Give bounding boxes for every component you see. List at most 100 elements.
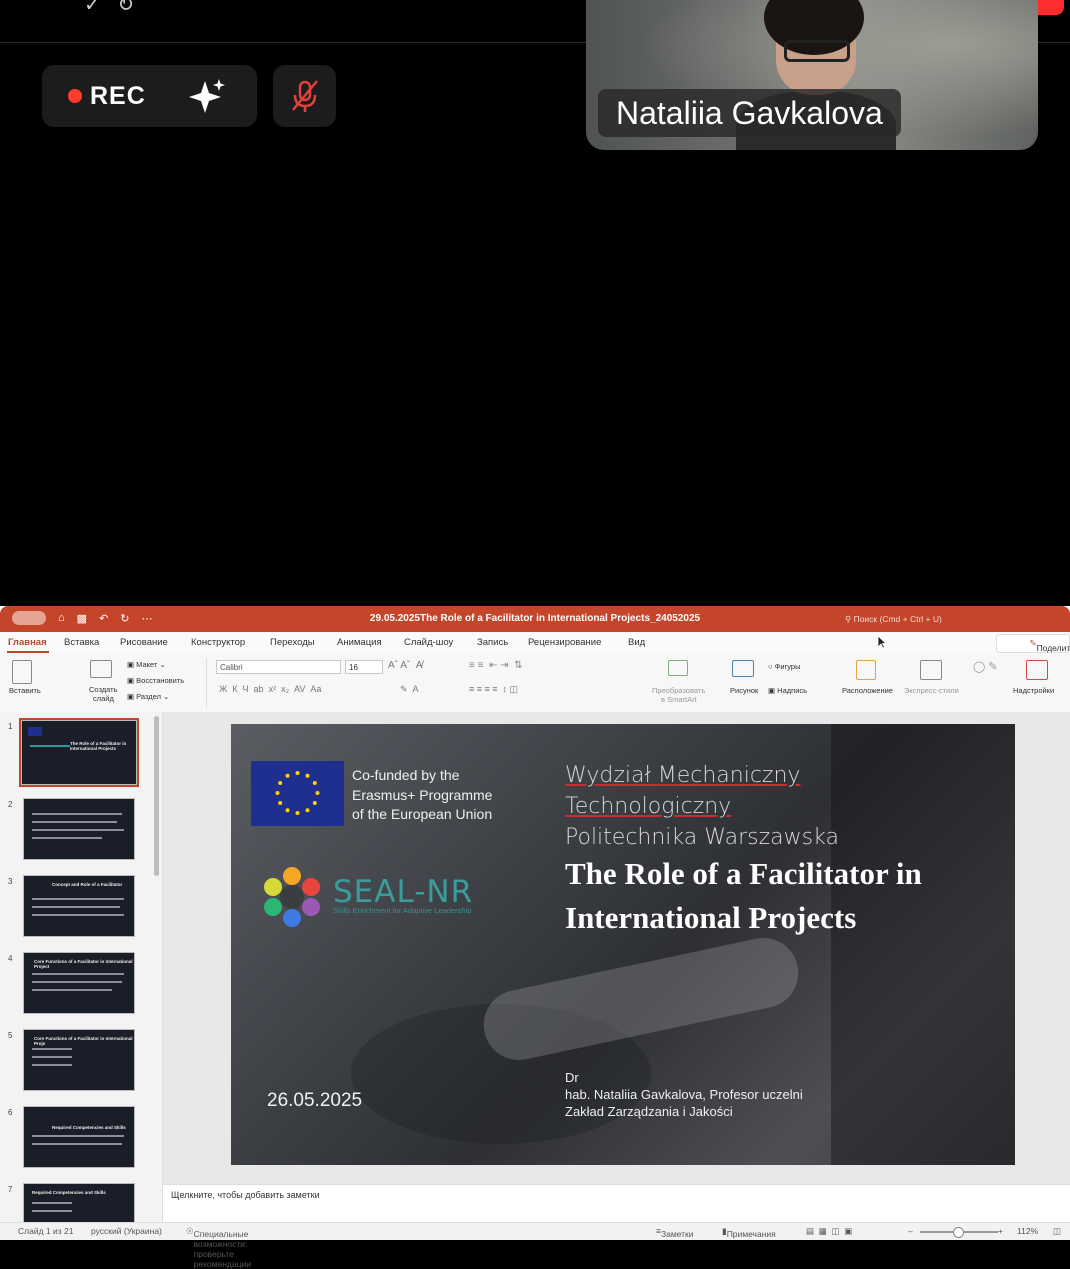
current-slide[interactable]: Co-funded by the Erasmus+ Programme of t… xyxy=(231,724,1015,1165)
tab-draw[interactable]: Рисование xyxy=(120,637,168,648)
author-line-2: hab. Nataliia Gavkalova, Profesor uczeln… xyxy=(565,1087,803,1102)
tab-animations[interactable]: Анимация xyxy=(337,637,382,648)
accessibility-status[interactable]: ☉ Специальные возможности: проверьте рек… xyxy=(186,1226,251,1269)
tab-insert[interactable]: Вставка xyxy=(64,637,99,648)
new-slide-icon[interactable] xyxy=(90,660,112,678)
section-button[interactable]: ▣ Раздел ⌄ xyxy=(127,692,169,701)
picture-icon[interactable] xyxy=(732,660,754,677)
faculty-line-1: Wydział Mechaniczny xyxy=(565,763,801,788)
font-grow-shrink-icons[interactable]: Aˆ Aˇ A̸ xyxy=(388,660,422,671)
paste-icon[interactable] xyxy=(12,660,32,684)
tab-review[interactable]: Рецензирование xyxy=(528,637,601,648)
slide-thumbnail[interactable]: Required Competencies and Skills xyxy=(23,1106,135,1168)
tab-home[interactable]: Главная xyxy=(8,637,47,648)
smartart-icon[interactable] xyxy=(668,660,688,676)
active-tab-indicator xyxy=(7,651,49,653)
thumb-text-line xyxy=(32,898,124,900)
comments-toggle[interactable]: ▮ Примечания xyxy=(722,1226,776,1239)
font-size-select[interactable]: 16 xyxy=(345,660,383,674)
textbox-button[interactable]: ▣ Надпись xyxy=(768,686,807,695)
seal-nr-logo-icon xyxy=(264,867,320,927)
thumb-eu-flag xyxy=(28,727,42,736)
university-word-2: Warszawska xyxy=(704,825,839,850)
author-line-1: Dr xyxy=(565,1070,579,1085)
thumb-text-line xyxy=(32,1143,122,1145)
notes-pane[interactable]: Щелкните, чтобы добавить заметки xyxy=(163,1184,1070,1223)
arrange-icon[interactable] xyxy=(856,660,876,680)
share-button[interactable]: ✎ Поделиться xyxy=(996,634,1070,653)
ribbon-toolbar: Вставить Создать слайд ▣ Макет ⌄ ▣ Восст… xyxy=(0,654,1070,713)
fill-outline-icons[interactable]: ◯ ✎ xyxy=(973,660,998,673)
rec-label: REC xyxy=(90,81,146,110)
thumb-logo xyxy=(30,745,70,747)
shapes-label: Фигуры xyxy=(774,662,801,671)
slide-thumbnail[interactable] xyxy=(23,798,135,860)
alignment-icons[interactable]: ≡ ≡ ≡ ≡ ↕ ◫ xyxy=(469,684,518,695)
tab-transitions[interactable]: Переходы xyxy=(270,637,315,648)
tab-slideshow[interactable]: Слайд-шоу xyxy=(404,637,453,648)
thumb-number: 5 xyxy=(8,1031,13,1040)
picture-label[interactable]: Рисунок xyxy=(730,686,758,695)
arrange-label[interactable]: Расположение xyxy=(842,686,893,695)
tab-record[interactable]: Запись xyxy=(477,637,508,648)
paste-label[interactable]: Вставить xyxy=(9,686,41,695)
powerpoint-window: ⌂ ▩ ↶ ↻ ⋯ 29.05.2025The Role of a Facili… xyxy=(0,606,1070,1269)
slide-background-handshake xyxy=(477,931,805,1067)
bold-italic-underline-icons[interactable]: Ж К Ч ab x² x₂ AV Aa xyxy=(219,684,321,694)
slide-title-line-2: International Projects xyxy=(565,900,857,935)
thumb-text-line xyxy=(32,989,112,991)
mute-button[interactable] xyxy=(273,65,336,127)
addins-label[interactable]: Надстройки xyxy=(1013,686,1054,695)
cofund-line-3: of the European Union xyxy=(352,806,493,822)
fit-slide-icon[interactable]: ◫ xyxy=(1053,1226,1061,1237)
participant-name-tag: Nataliia Gavkalova xyxy=(598,89,901,137)
zoom-in-icon[interactable]: + xyxy=(998,1226,1003,1236)
thumbnails-scrollbar[interactable] xyxy=(154,716,159,876)
thumb-text-line xyxy=(32,1064,72,1066)
author-line-3: Zakład Zarządzania i Jakości xyxy=(565,1104,733,1119)
shapes-button[interactable]: ○ Фигуры xyxy=(768,662,800,671)
view-buttons-icons[interactable]: ▤ ▦ ◫ ▣ xyxy=(806,1226,852,1237)
slide-title-line-1: The Role of a Facilitator in xyxy=(565,856,922,891)
ribbon-tabs: Главная Вставка Рисование Конструктор Пе… xyxy=(0,632,1070,655)
ribbon-separator xyxy=(206,658,207,708)
reset-button[interactable]: ▣ Восстановить xyxy=(127,676,184,685)
zoom-out-icon[interactable]: – xyxy=(908,1226,913,1236)
search-box[interactable]: ⚲ Поиск (Cmd + Ctrl + U) xyxy=(845,611,1070,627)
thumb-text-line xyxy=(32,821,117,823)
recording-indicator[interactable]: REC xyxy=(42,65,257,127)
quick-styles-label[interactable]: Экспресс-стили xyxy=(904,686,959,695)
participant-video: Nataliia Gavkalova xyxy=(586,0,1038,150)
notes-toggle[interactable]: ≡ Заметки xyxy=(656,1226,693,1239)
title-bar: ⌂ ▩ ↶ ↻ ⋯ 29.05.2025The Role of a Facili… xyxy=(0,606,1070,632)
highlight-fontcolor-icons[interactable]: ✎ A xyxy=(400,684,419,695)
ai-sparkle-icon[interactable] xyxy=(187,77,227,117)
thumb-text-line xyxy=(32,1056,72,1058)
thumb-text-line xyxy=(32,981,122,983)
thumb-number: 3 xyxy=(8,877,13,886)
layout-button[interactable]: ▣ Макет ⌄ xyxy=(127,660,166,669)
thumb-text-line xyxy=(32,1135,124,1137)
addins-icon[interactable] xyxy=(1026,660,1048,680)
new-slide-label-1[interactable]: Создать xyxy=(89,685,118,694)
seal-nr-title: SEAL-NR xyxy=(333,874,474,910)
comments-label: Примечания xyxy=(726,1229,776,1239)
notes-placeholder: Щелкните, чтобы добавить заметки xyxy=(171,1190,320,1200)
quick-styles-icon[interactable] xyxy=(920,660,942,680)
zoom-slider-handle[interactable] xyxy=(953,1227,964,1238)
list-icons[interactable]: ≡ ≡ ⇤ ⇥ ⇅ xyxy=(469,660,522,671)
slide-thumbnail[interactable]: Core Functions of a Facilitator in Inter… xyxy=(23,1029,135,1091)
convert-smartart-label-1[interactable]: Преобразовать xyxy=(652,686,705,695)
slide-thumbnail[interactable]: Concept and Role of a Facilitator xyxy=(23,875,135,937)
mouse-pointer-icon xyxy=(877,635,887,649)
tab-view[interactable]: Вид xyxy=(628,637,645,648)
university-line: Politechnika Warszawska xyxy=(565,822,839,853)
zoom-level[interactable]: 112% xyxy=(1017,1226,1038,1236)
cofund-line-1: Co-funded by the xyxy=(352,767,460,783)
slide-thumbnail[interactable]: Required Competencies and Skills xyxy=(23,1183,135,1222)
slide-thumbnail[interactable]: The Role of a Facilitator in Internation… xyxy=(19,718,139,787)
slide-thumbnail[interactable]: Core Functions of a Facilitator in Inter… xyxy=(23,952,135,1014)
font-family-select[interactable]: Calibri xyxy=(216,660,341,674)
language-indicator[interactable]: русский (Украина) xyxy=(91,1226,162,1236)
tab-design[interactable]: Конструктор xyxy=(191,637,245,648)
